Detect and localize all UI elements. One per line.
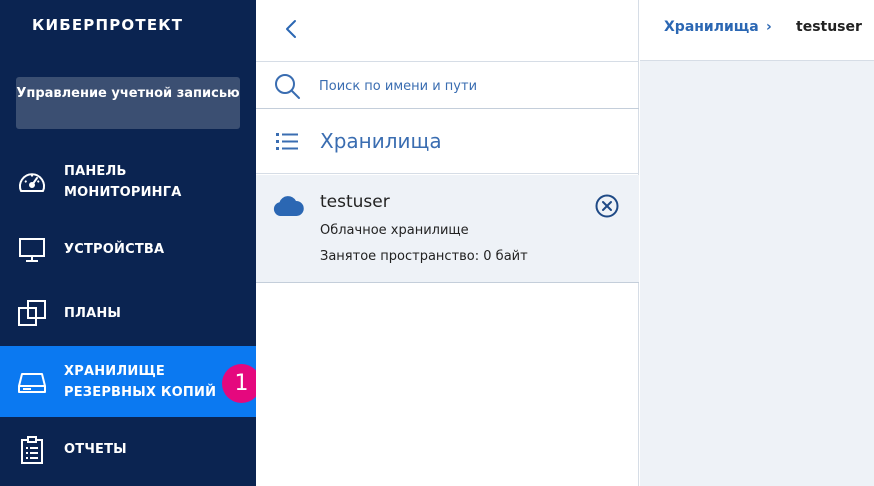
nav-item-plans[interactable]: ПЛАНЫ [0,282,256,346]
remove-storage-icon[interactable] [595,194,619,218]
details-panel [640,61,874,486]
nav-item-reports[interactable]: ОТЧЕТЫ [0,418,256,482]
nav-label: ОТЧЕТЫ [64,442,127,457]
sidebar: КИБЕРПРОТЕКТ Управление учетной записью … [0,0,256,486]
storage-used-space: Занятое пространство: 0 байт [320,249,528,264]
nav-item-backup-storage[interactable]: ХРАНИЛИЩЕ РЕЗЕРВНЫХ КОПИЙ [0,346,256,417]
storage-type: Облачное хранилище [320,223,469,238]
search-bar [256,61,639,109]
account-management-button[interactable]: Управление учетной записью [16,77,240,129]
list-icon [276,132,300,156]
nav-label: УСТРОЙСТВА [64,242,165,257]
nav-item-devices[interactable]: УСТРОЙСТВА [0,218,256,282]
storage-list-item[interactable]: testuser Облачное хранилище Занятое прос… [256,175,639,283]
nav-label: ПАНЕЛЬ МОНИТОРИНГА [64,164,182,200]
nav-item-monitoring[interactable]: ПАНЕЛЬ МОНИТОРИНГА [0,150,256,214]
list-header: Хранилища [256,110,639,174]
dashboard-gauge-icon [16,166,48,198]
breadcrumb-separator: › [766,19,772,35]
nav-label: ПЛАНЫ [64,306,122,321]
search-icon[interactable] [274,73,302,105]
logo: КИБЕРПРОТЕКТ [32,16,184,34]
plans-squares-icon [16,298,48,330]
search-input[interactable] [319,75,619,97]
breadcrumb: Хранилища › testuser [640,0,874,61]
cloud-icon [272,194,304,222]
monitor-icon [16,234,48,266]
breadcrumb-parent-link[interactable]: Хранилища [664,19,759,35]
storage-drive-icon [16,366,48,398]
breadcrumb-current: testuser [796,19,862,35]
nav-label: ХРАНИЛИЩЕ РЕЗЕРВНЫХ КОПИЙ [64,364,217,400]
storage-name: testuser [320,192,390,212]
list-title: Хранилища [320,129,442,153]
back-button[interactable] [282,18,302,40]
clipboard-report-icon [16,434,48,466]
